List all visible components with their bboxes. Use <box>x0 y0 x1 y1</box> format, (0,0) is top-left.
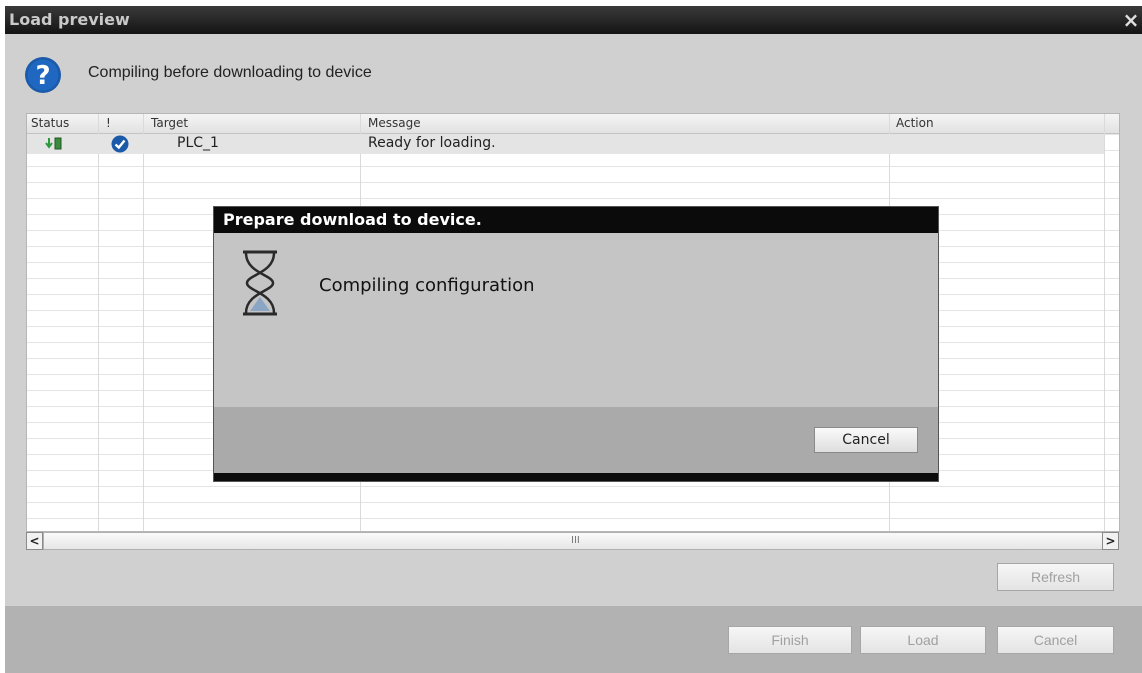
column-divider <box>143 114 144 531</box>
download-status-icon <box>45 137 62 150</box>
finish-button[interactable]: Finish <box>728 626 852 654</box>
scroll-left-button[interactable]: < <box>26 532 43 550</box>
progress-dialog-title: Prepare download to device. <box>223 210 482 229</box>
title-bar: Load preview × <box>5 6 1142 34</box>
progress-dialog-button-area: Cancel <box>214 407 938 473</box>
column-divider <box>98 114 99 531</box>
cancel-button[interactable]: Cancel <box>997 626 1114 654</box>
column-alert[interactable]: ! <box>106 116 111 130</box>
hourglass-icon <box>243 250 277 316</box>
progress-dialog-bottom-bar <box>214 473 938 481</box>
column-target[interactable]: Target <box>151 116 188 130</box>
progress-status-text: Compiling configuration <box>319 275 535 296</box>
progress-dialog-title-bar: Prepare download to device. <box>214 207 938 233</box>
refresh-button[interactable]: Refresh <box>997 563 1114 591</box>
scrollbar-grip-icon: III <box>571 535 580 546</box>
question-icon: ? <box>25 57 61 93</box>
progress-dialog: Prepare download to device. Compiling co… <box>214 207 938 481</box>
close-icon[interactable]: × <box>1120 9 1142 31</box>
prompt-text: Compiling before downloading to device <box>88 64 372 81</box>
horizontal-scrollbar[interactable]: < III > <box>26 532 1119 550</box>
footer-bar: Finish Load Cancel <box>5 606 1142 673</box>
column-divider <box>1104 114 1105 531</box>
table-header: Status ! Target Message Action <box>27 114 1119 134</box>
load-button[interactable]: Load <box>860 626 986 654</box>
table-row[interactable]: PLC_1 Ready for loading. <box>27 134 1104 154</box>
check-icon <box>111 135 129 153</box>
column-message[interactable]: Message <box>368 116 421 130</box>
window-title: Load preview <box>9 10 130 29</box>
svg-text:?: ? <box>35 61 50 91</box>
scrollbar-thumb[interactable]: III <box>43 532 1103 550</box>
progress-cancel-button[interactable]: Cancel <box>814 427 918 453</box>
message-cell: Ready for loading. <box>368 135 496 151</box>
column-status[interactable]: Status <box>31 116 69 130</box>
target-cell: PLC_1 <box>177 135 219 151</box>
column-action[interactable]: Action <box>896 116 934 130</box>
scroll-right-button[interactable]: > <box>1102 532 1119 550</box>
